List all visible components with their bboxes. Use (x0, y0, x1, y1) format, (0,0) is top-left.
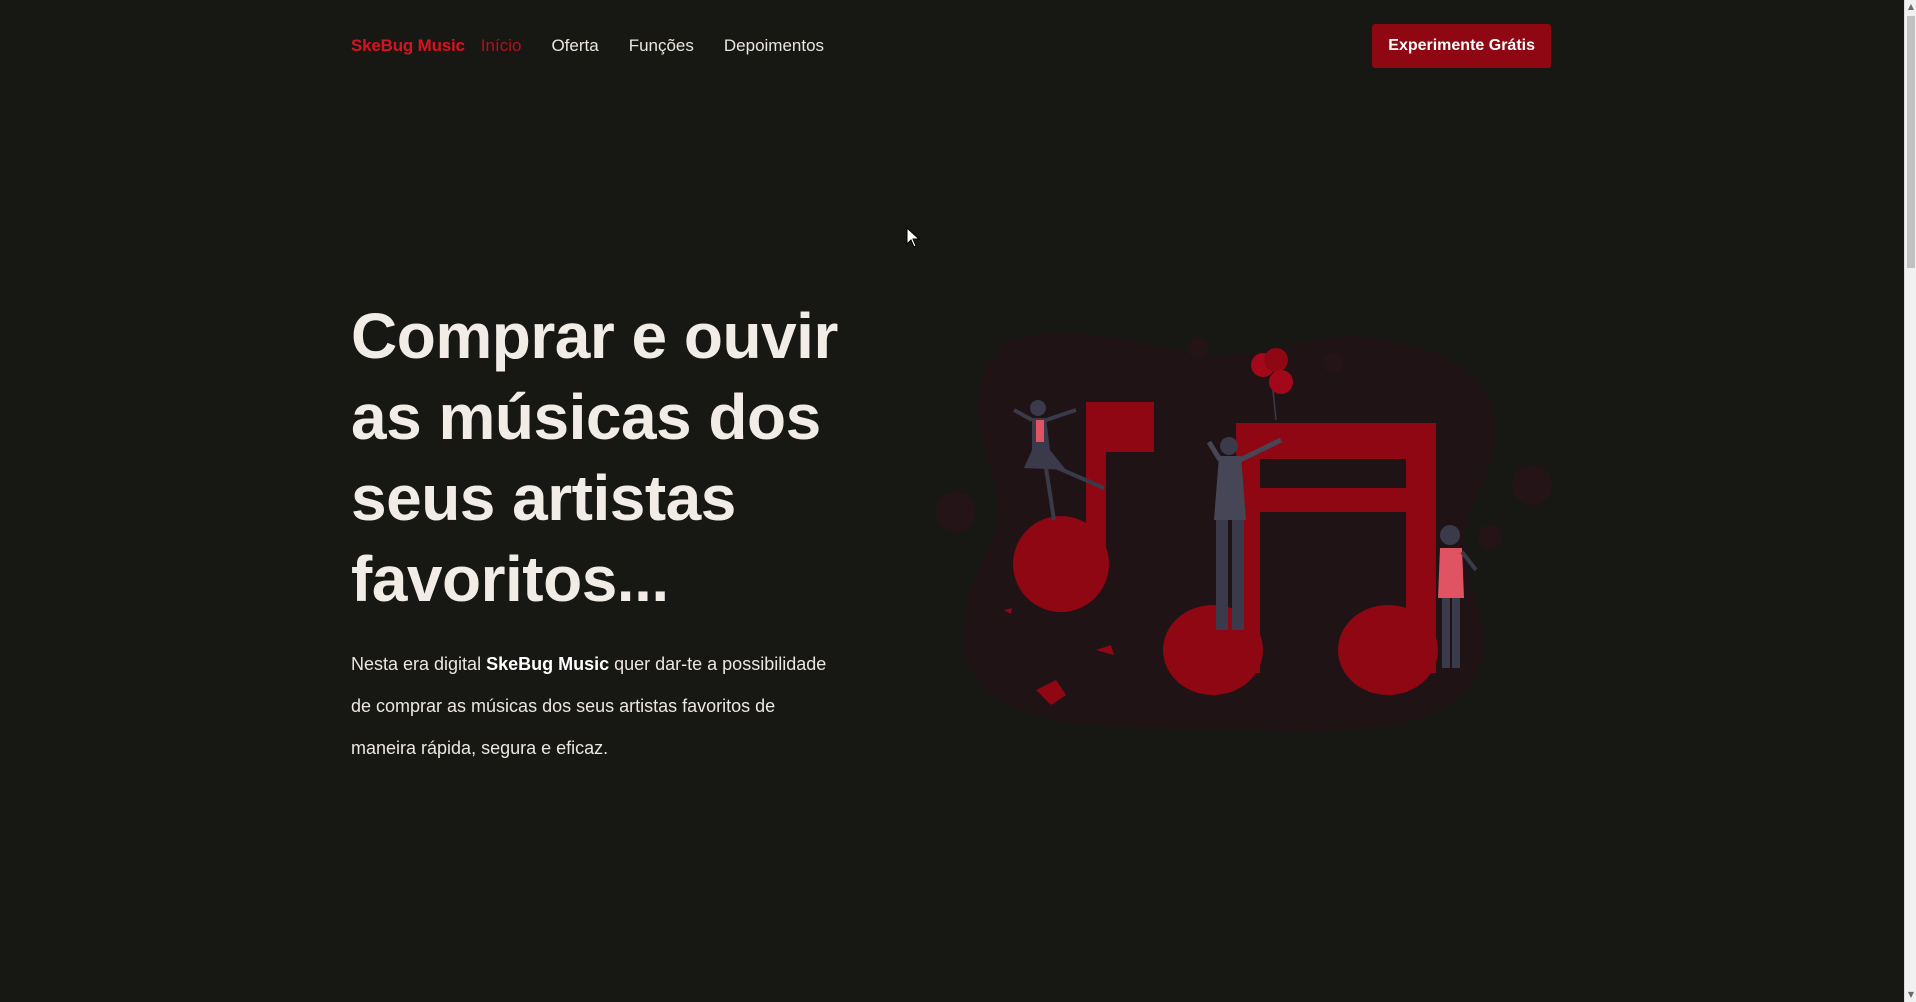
scrollbar-thumb[interactable] (1907, 16, 1915, 268)
hero-title-line: as músicas dos (351, 381, 821, 453)
hero-title-line: favoritos... (351, 543, 669, 615)
hero-text-brand: SkeBug Music (486, 654, 610, 674)
note-flag-left (1086, 402, 1154, 452)
note-beam-lower (1236, 488, 1416, 512)
person-head (1220, 437, 1238, 455)
hero-title-line: seus artistas (351, 462, 736, 534)
hero-title-line: Comprar e ouvir (351, 300, 838, 372)
note-head-mid (1163, 605, 1263, 695)
navbar: SkeBug Music Início Oferta Funções Depoi… (351, 24, 1551, 68)
note-head-left (1013, 516, 1109, 612)
nav-link-funcoes[interactable]: Funções (629, 36, 694, 56)
page: SkeBug Music Início Oferta Funções Depoi… (0, 0, 1904, 1002)
nav-links: Início Oferta Funções Depoimentos (481, 36, 824, 56)
hero-text-before: Nesta era digital (351, 654, 487, 674)
nav-link-inicio[interactable]: Início (481, 36, 522, 56)
decor-dot (936, 492, 976, 532)
hero-title: Comprar e ouvir as músicas dos seus arti… (351, 296, 871, 620)
nav-link-depoimentos[interactable]: Depoimentos (724, 36, 824, 56)
try-free-button[interactable]: Experimente Grátis (1372, 24, 1551, 68)
balloon (1264, 348, 1288, 372)
person-head (1030, 400, 1046, 416)
vertical-scrollbar[interactable]: ▲ ▼ (1904, 0, 1916, 1002)
person-head (1440, 525, 1460, 545)
note-head-right (1338, 605, 1438, 695)
nav-link-oferta[interactable]: Oferta (551, 36, 598, 56)
decor-dot (1512, 465, 1552, 505)
scroll-up-icon[interactable]: ▲ (1905, 0, 1916, 14)
decor-dot (1188, 338, 1208, 358)
music-notes-illustration (936, 333, 1552, 731)
brand-logo[interactable]: SkeBug Music (351, 36, 465, 56)
hero-description: Nesta era digital SkeBug Music quer dar-… (351, 643, 831, 769)
mouse-cursor-icon (906, 227, 921, 248)
scroll-down-icon[interactable]: ▼ (1905, 988, 1916, 1002)
decor-dot (1478, 525, 1502, 549)
decor-dot (1323, 353, 1343, 373)
